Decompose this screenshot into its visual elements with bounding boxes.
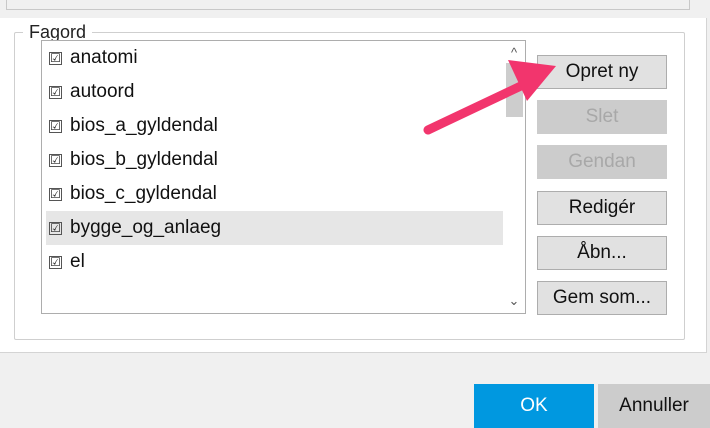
upper-group-box bbox=[6, 0, 690, 10]
list-item-label: bygge_og_anlaeg bbox=[70, 217, 222, 238]
checkbox-checked-icon[interactable]: ☑ bbox=[49, 119, 62, 133]
scrollbar-thumb[interactable] bbox=[506, 63, 523, 117]
fagord-list[interactable]: ☑ anatomi ☑ autoord ☑ bios_a_gyldendal ☑… bbox=[41, 40, 526, 314]
delete-button[interactable]: Slet bbox=[537, 100, 667, 134]
list-item[interactable]: ☑ el bbox=[42, 245, 503, 279]
list-item[interactable]: ☑ bios_b_gyldendal bbox=[42, 143, 503, 177]
list-item[interactable]: ☑ autoord bbox=[42, 75, 503, 109]
chevron-up-icon[interactable]: ^ bbox=[503, 43, 525, 63]
list-item-label: el bbox=[70, 251, 85, 272]
list-item-selected[interactable]: ☑ bygge_og_anlaeg bbox=[46, 211, 503, 245]
create-new-button[interactable]: Opret ny bbox=[537, 55, 667, 89]
checkbox-checked-icon[interactable]: ☑ bbox=[49, 153, 62, 167]
checkbox-checked-icon[interactable]: ☑ bbox=[49, 255, 62, 269]
chevron-down-icon[interactable]: ⌄ bbox=[503, 291, 525, 311]
list-item[interactable]: ☑ bios_c_gyldendal bbox=[42, 177, 503, 211]
checkbox-checked-icon[interactable]: ☑ bbox=[49, 51, 62, 65]
restore-button[interactable]: Gendan bbox=[537, 145, 667, 179]
checkbox-checked-icon[interactable]: ☑ bbox=[49, 187, 62, 201]
save-as-button[interactable]: Gem som... bbox=[537, 281, 667, 315]
list-item-label: anatomi bbox=[70, 47, 138, 68]
list-item-label: bios_c_gyldendal bbox=[70, 183, 217, 204]
list-item-label: bios_a_gyldendal bbox=[70, 115, 218, 136]
ok-button[interactable]: OK bbox=[474, 384, 594, 428]
list-item-label: autoord bbox=[70, 81, 135, 102]
list-item[interactable]: ☑ bios_a_gyldendal bbox=[42, 109, 503, 143]
cancel-button[interactable]: Annuller bbox=[598, 384, 710, 428]
checkbox-checked-icon[interactable]: ☑ bbox=[49, 221, 62, 235]
list-scrollbar[interactable]: ^ ⌄ bbox=[503, 41, 525, 313]
list-item[interactable]: ☑ anatomi bbox=[42, 41, 503, 75]
open-button[interactable]: Åbn... bbox=[537, 236, 667, 270]
edit-button[interactable]: Redigér bbox=[537, 191, 667, 225]
checkbox-checked-icon[interactable]: ☑ bbox=[49, 85, 62, 99]
list-item-label: bios_b_gyldendal bbox=[70, 149, 218, 170]
fagord-list-items: ☑ anatomi ☑ autoord ☑ bios_a_gyldendal ☑… bbox=[42, 41, 503, 313]
